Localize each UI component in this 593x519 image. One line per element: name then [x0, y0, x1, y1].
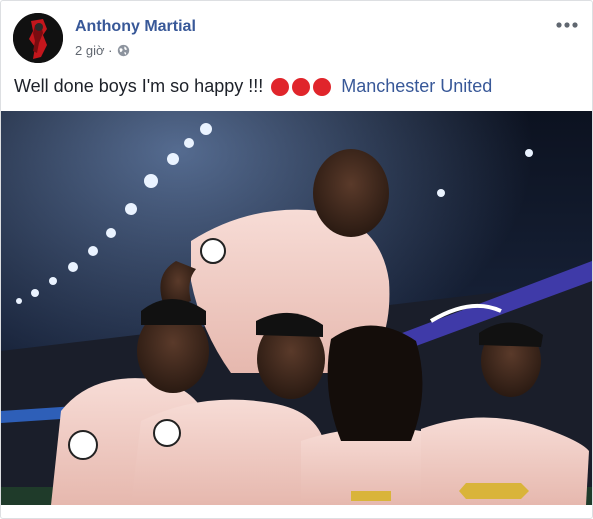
tagged-page-link[interactable]: Manchester United — [341, 76, 492, 97]
more-dots-icon — [556, 22, 578, 28]
emoji-group — [271, 77, 332, 96]
avatar-image — [13, 13, 63, 63]
post-photo[interactable] — [1, 111, 592, 505]
globe-icon[interactable] — [117, 44, 130, 57]
author-avatar[interactable] — [13, 13, 63, 63]
facebook-post-card: Anthony Martial 2 giờ · Well done boys I… — [0, 0, 593, 519]
red-circle-emoji — [271, 77, 290, 96]
post-message: Well done boys I'm so happy !!! Manchest… — [14, 76, 492, 97]
red-circle-emoji — [313, 77, 332, 96]
author-name[interactable]: Anthony Martial — [75, 18, 196, 36]
red-circle-emoji — [292, 77, 311, 96]
post-meta: 2 giờ · — [75, 43, 130, 58]
more-options-button[interactable] — [554, 17, 580, 33]
post-message-text: Well done boys I'm so happy !!! — [14, 76, 264, 96]
celebration-photo — [1, 111, 592, 505]
post-header: Anthony Martial 2 giờ · — [13, 13, 580, 65]
post-timestamp[interactable]: 2 giờ · — [75, 43, 112, 58]
